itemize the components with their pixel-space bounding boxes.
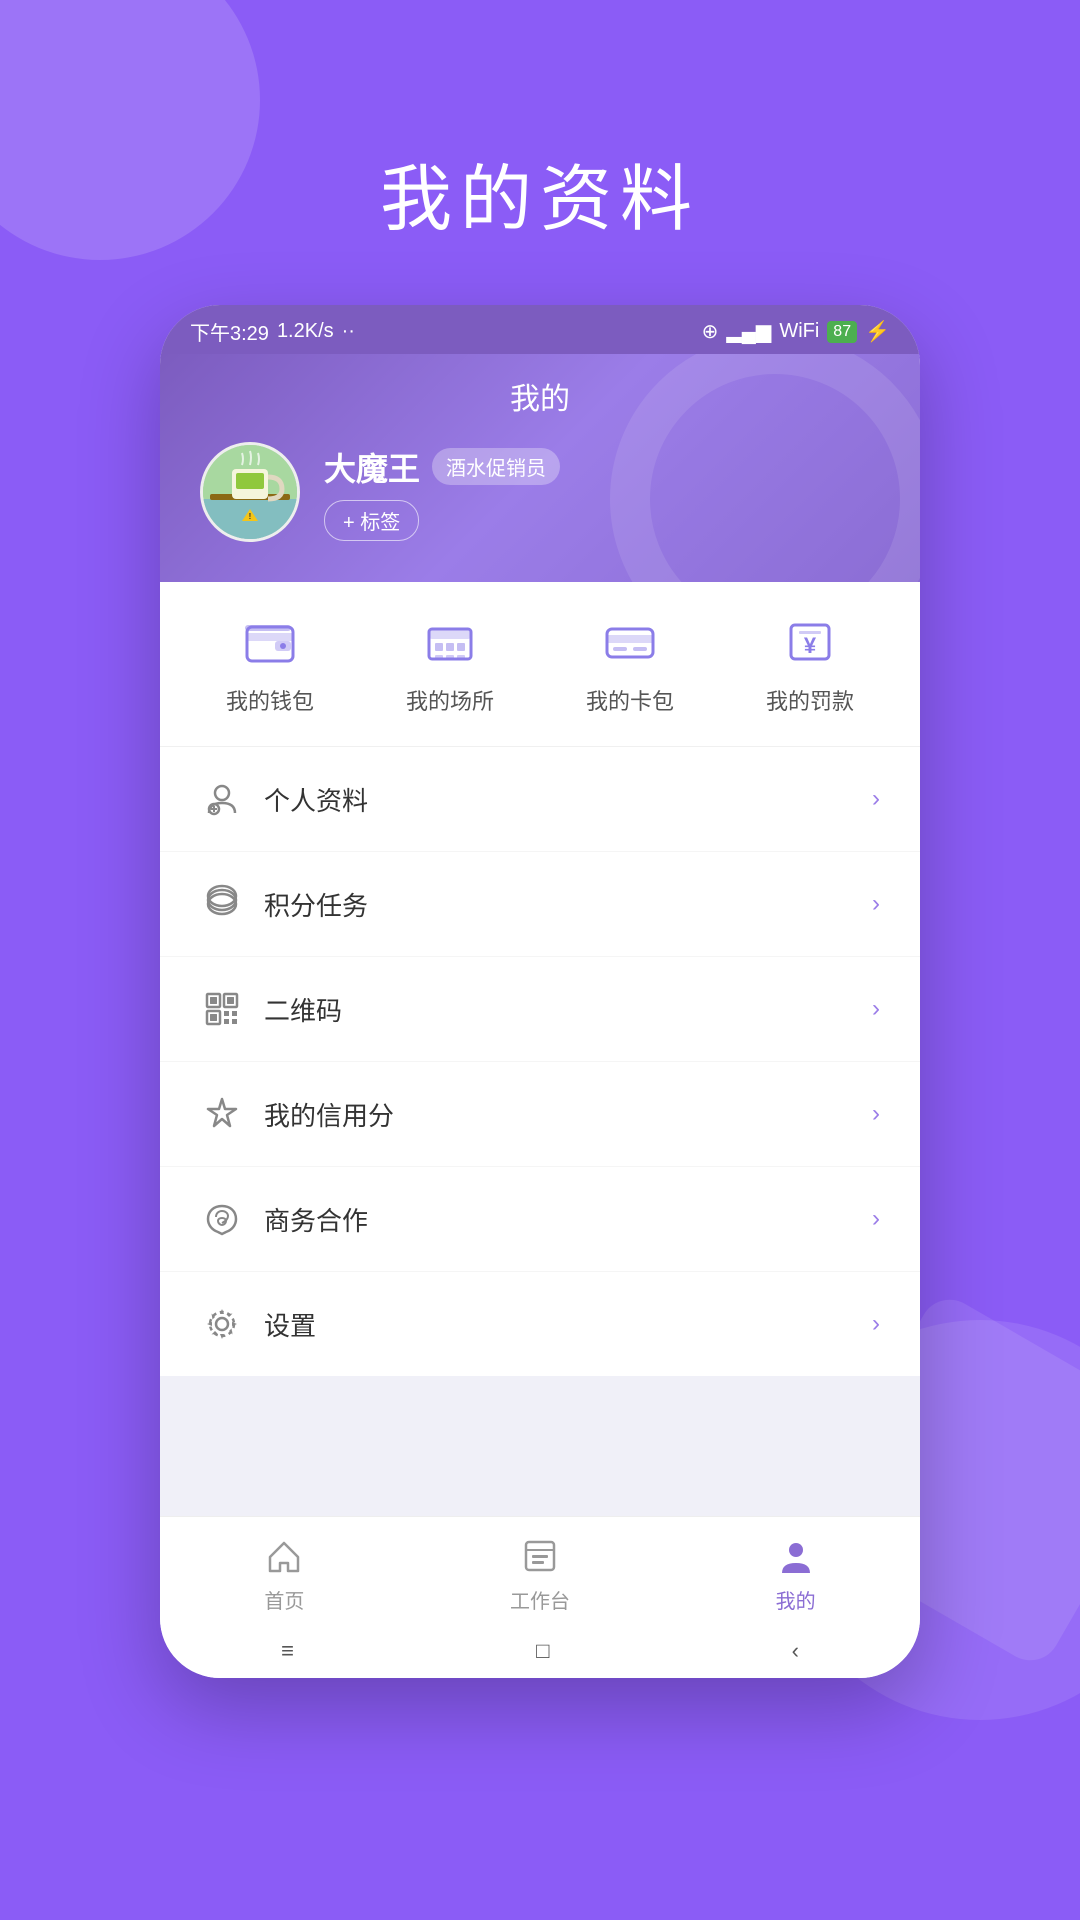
page-title: 我的资料 <box>380 140 700 245</box>
settings-label: 设置 <box>264 1306 852 1343</box>
menu-item-credit[interactable]: 我的信用分 › <box>160 1062 920 1167</box>
menu-item-business[interactable]: 商务合作 › <box>160 1167 920 1272</box>
quick-action-wallet[interactable]: 我的钱包 <box>226 612 314 716</box>
user-name: 大魔王 <box>324 444 420 490</box>
qrcode-icon <box>200 987 244 1031</box>
home-nav-icon <box>261 1533 307 1579</box>
card-icon <box>595 612 665 672</box>
nav-home[interactable]: 首页 <box>261 1533 307 1614</box>
credit-label: 我的信用分 <box>264 1096 852 1133</box>
penalty-label: 我的罚款 <box>766 684 854 716</box>
credit-icon <box>200 1092 244 1136</box>
header-title: 我的 <box>200 374 880 418</box>
home-nav-label: 首页 <box>264 1585 304 1614</box>
signal-icon: ▂▄▆ <box>726 319 771 344</box>
android-menu-btn[interactable]: ≡ <box>281 1638 294 1664</box>
credit-arrow: › <box>872 1100 880 1128</box>
avatar: ! <box>200 442 300 542</box>
bg-circle-top-left <box>0 0 260 260</box>
svg-text:¥: ¥ <box>804 633 817 658</box>
quick-action-venue[interactable]: 我的场所 <box>406 612 494 716</box>
workbench-nav-icon <box>517 1533 563 1579</box>
user-role-badge: 酒水促销员 <box>432 448 560 485</box>
menu-item-qrcode[interactable]: 二维码 › <box>160 957 920 1062</box>
user-details: 大魔王 酒水促销员 + 标签 <box>324 444 560 541</box>
bottom-nav: 首页 工作台 我的 <box>160 1516 920 1624</box>
status-left: 下午3:29 1.2K/s ·· <box>190 317 355 346</box>
nav-workbench[interactable]: 工作台 <box>510 1533 570 1614</box>
bluetooth-icon: ⊕ <box>702 319 719 344</box>
menu-item-profile[interactable]: 个人资料 › <box>160 747 920 852</box>
settings-icon <box>200 1302 244 1346</box>
menu-item-points[interactable]: 积分任务 › <box>160 852 920 957</box>
status-dot1: ·· <box>342 320 355 343</box>
points-label: 积分任务 <box>264 886 852 923</box>
business-icon <box>200 1197 244 1241</box>
status-time: 下午3:29 <box>190 317 269 346</box>
header-section: 我的 <box>160 354 920 582</box>
android-home-btn[interactable]: □ <box>536 1638 549 1664</box>
penalty-icon: ¥ <box>775 612 845 672</box>
avatar-inner: ! <box>203 445 297 539</box>
menu-list: 个人资料 › 积分任务 › <box>160 747 920 1376</box>
wallet-icon <box>235 612 305 672</box>
settings-arrow: › <box>872 1310 880 1338</box>
venue-label: 我的场所 <box>406 684 494 716</box>
android-nav: ≡ □ ‹ <box>160 1624 920 1678</box>
wallet-label: 我的钱包 <box>226 684 314 716</box>
phone-frame: 下午3:29 1.2K/s ·· ⊕ ▂▄▆ WiFi 87 ⚡ 我的 <box>160 305 920 1678</box>
status-right: ⊕ ▂▄▆ WiFi 87 ⚡ <box>702 319 890 344</box>
android-back-btn[interactable]: ‹ <box>792 1638 799 1664</box>
points-icon <box>200 882 244 926</box>
wifi-icon: WiFi <box>779 320 819 343</box>
battery-icon: 87 <box>827 321 857 343</box>
status-bar: 下午3:29 1.2K/s ·· ⊕ ▂▄▆ WiFi 87 ⚡ <box>160 305 920 354</box>
user-info: ! 大魔王 酒水促销员 + 标签 <box>200 442 880 542</box>
qrcode-label: 二维码 <box>264 991 852 1028</box>
content-spacer <box>160 1376 920 1516</box>
quick-action-penalty[interactable]: ¥ 我的罚款 <box>766 612 854 716</box>
venue-icon <box>415 612 485 672</box>
quick-actions: 我的钱包 我的场所 <box>160 582 920 747</box>
business-label: 商务合作 <box>264 1201 852 1238</box>
business-arrow: › <box>872 1205 880 1233</box>
mine-nav-label: 我的 <box>776 1585 816 1614</box>
mine-nav-icon <box>773 1533 819 1579</box>
nav-mine[interactable]: 我的 <box>773 1533 819 1614</box>
profile-label: 个人资料 <box>264 781 852 818</box>
add-tag-button[interactable]: + 标签 <box>324 500 419 541</box>
profile-arrow: › <box>872 785 880 813</box>
charging-icon: ⚡ <box>865 319 890 344</box>
points-arrow: › <box>872 890 880 918</box>
status-speed: 1.2K/s <box>277 320 334 343</box>
qrcode-arrow: › <box>872 995 880 1023</box>
profile-icon <box>200 777 244 821</box>
quick-action-card[interactable]: 我的卡包 <box>586 612 674 716</box>
card-label: 我的卡包 <box>586 684 674 716</box>
workbench-nav-label: 工作台 <box>510 1585 570 1614</box>
menu-item-settings[interactable]: 设置 › <box>160 1272 920 1376</box>
avatar-illustration: ! <box>200 442 300 539</box>
svg-text:!: ! <box>249 512 252 521</box>
